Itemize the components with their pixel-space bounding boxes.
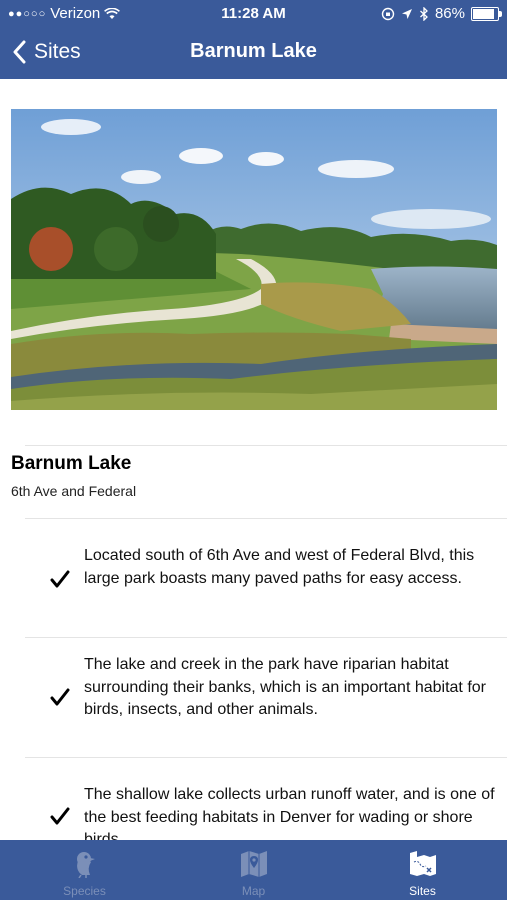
- battery-percent: 86%: [434, 5, 465, 22]
- site-photo: [11, 109, 497, 410]
- tab-sites[interactable]: Sites: [338, 840, 507, 900]
- tab-label: Species: [63, 884, 106, 898]
- status-right: 86%: [381, 5, 502, 22]
- bird-icon: [77, 852, 95, 878]
- location-arrow-icon: [401, 8, 412, 19]
- tab-species[interactable]: Species: [0, 840, 169, 900]
- site-address: 6th Ave and Federal: [11, 483, 137, 499]
- tab-label: Sites: [409, 884, 436, 898]
- orientation-lock-icon: [381, 7, 395, 20]
- checkmark-icon: [50, 688, 70, 706]
- top-bar: ●●○○○ Verizon 11:28 AM 86% Sites Barnum …: [0, 0, 507, 79]
- fact-item: Located south of 6th Ave and west of Fed…: [84, 547, 475, 587]
- site-name: Barnum Lake: [11, 453, 132, 474]
- divider: [25, 637, 507, 638]
- fact-item: The lake and creek in the park have ripa…: [84, 656, 486, 718]
- battery-icon: [471, 6, 502, 21]
- tab-label: Map: [241, 884, 266, 898]
- divider: [25, 445, 507, 446]
- checkmark-icon: [50, 807, 70, 825]
- divider: [25, 518, 507, 519]
- page-title: Barnum Lake: [190, 40, 317, 62]
- fact-item: The shallow lake collects urban runoff w…: [84, 786, 495, 840]
- tab-bar: Species Map Sites: [0, 840, 507, 900]
- map-icon: [241, 851, 267, 877]
- status-bar: ●●○○○ Verizon 11:28 AM 86%: [0, 0, 507, 28]
- sites-map-icon: [410, 851, 436, 876]
- bluetooth-icon: [420, 6, 428, 21]
- divider: [25, 757, 507, 758]
- tab-map[interactable]: Map: [169, 840, 338, 900]
- site-detail-scroll[interactable]: Barnum Lake 6th Ave and Federal Located …: [0, 79, 507, 840]
- checkmark-icon: [50, 570, 70, 588]
- nav-bar: Sites Barnum Lake: [0, 28, 507, 79]
